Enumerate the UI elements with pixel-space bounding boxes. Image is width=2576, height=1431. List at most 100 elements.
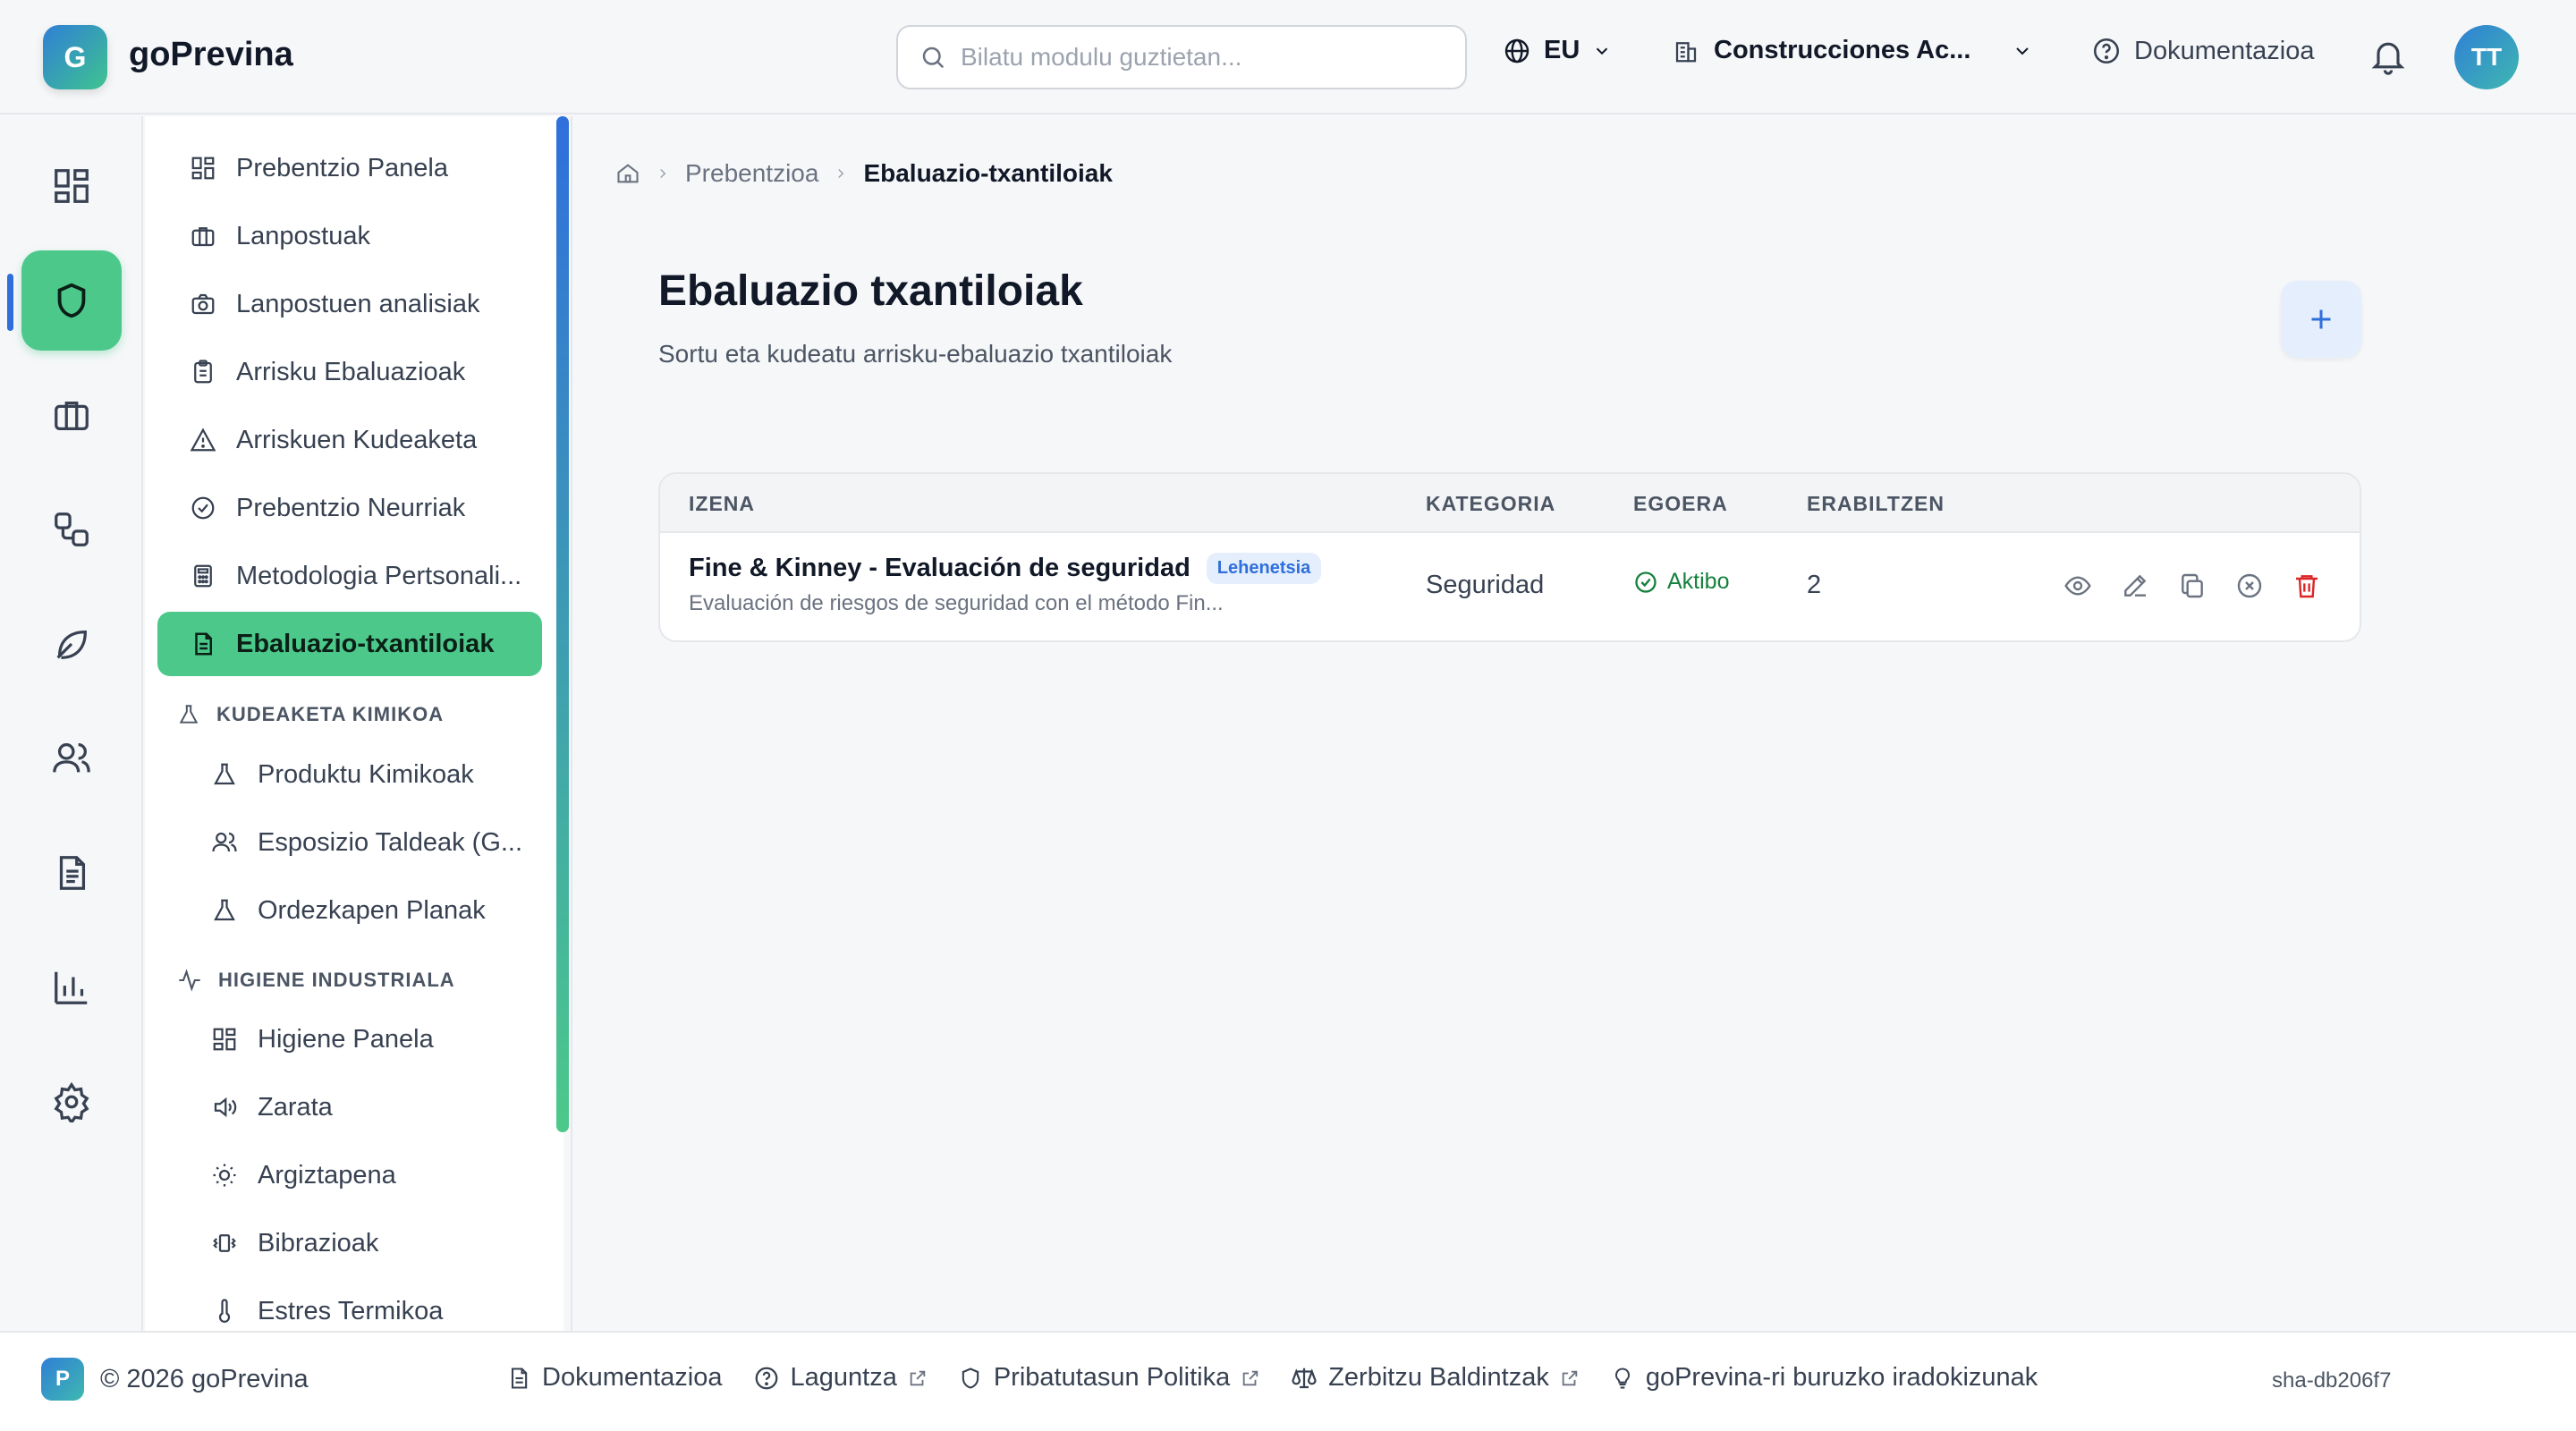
sidebar-item-thermal-stress[interactable]: Estres Termikoa <box>157 1279 542 1331</box>
footer-logo: P <box>41 1358 84 1401</box>
column-header-category[interactable]: KATEGORIA <box>1426 492 1555 516</box>
rail-item-dashboard[interactable] <box>21 136 122 236</box>
footer-link-privacy[interactable]: Pribatutasun Politika <box>958 1363 1260 1393</box>
sidebar-item-chemical-products[interactable]: Produktu Kimikoak <box>157 742 542 807</box>
sidebar-item-label: Lanpostuen analisiak <box>236 289 480 318</box>
sub-sidebar: Prebentzio Panela Lanpostuak Lanpostuen … <box>145 116 564 1331</box>
section-label: HIGIENE INDUSTRIALA <box>218 969 455 991</box>
flask-icon <box>211 761 238 788</box>
breadcrumb: Prebentzioa Ebaluazio-txantiloiak <box>615 159 1113 188</box>
building-icon <box>1673 38 1699 64</box>
sidebar-item-prevention-measures[interactable]: Prebentzio Neurriak <box>157 476 542 540</box>
sidebar-item-workplaces[interactable]: Lanpostuak <box>157 204 542 268</box>
sidebar-item-risk-evaluations[interactable]: Arrisku Ebaluazioak <box>157 340 542 404</box>
breadcrumb-parent[interactable]: Prebentzioa <box>685 159 818 188</box>
grid-icon <box>211 1026 238 1053</box>
column-header-status[interactable]: EGOERA <box>1633 492 1728 516</box>
rail-item-settings[interactable] <box>21 1052 122 1152</box>
sidebar-item-evaluation-templates[interactable]: Ebaluazio-txantiloiak <box>157 612 542 676</box>
home-icon[interactable] <box>615 161 640 186</box>
rail-item-shapes[interactable] <box>21 479 122 580</box>
global-search[interactable] <box>896 25 1467 89</box>
deactivate-button[interactable] <box>2233 569 2267 603</box>
page-subtitle: Sortu eta kudeatu arrisku-ebaluazio txan… <box>658 340 1173 368</box>
sidebar-item-noise[interactable]: Zarata <box>157 1075 542 1139</box>
app-logo[interactable]: G <box>43 25 107 89</box>
sun-icon <box>211 1162 238 1189</box>
trash-icon <box>2292 572 2321 600</box>
footer-link-help[interactable]: Laguntza <box>753 1363 928 1393</box>
users-icon <box>211 829 238 856</box>
document-icon <box>506 1366 531 1391</box>
calculator-icon <box>190 563 216 589</box>
plus-icon <box>2305 303 2337 335</box>
section-industrial-hygiene: HIGIENE INDUSTRIALA <box>177 968 455 993</box>
help-circle-icon <box>753 1365 780 1392</box>
sidebar-item-label: Argiztapena <box>258 1160 396 1190</box>
sidebar-item-vibrations[interactable]: Bibrazioak <box>157 1211 542 1275</box>
user-avatar[interactable]: TT <box>2454 25 2519 89</box>
rail-item-environment[interactable] <box>21 594 122 694</box>
duplicate-button[interactable] <box>2175 569 2209 603</box>
templates-table: IZENA KATEGORIA EGOERA ERABILTZEN Fine &… <box>658 472 2361 642</box>
search-input[interactable] <box>961 43 1426 72</box>
file-text-icon <box>190 631 216 657</box>
documentation-link[interactable]: Dokumentazioa <box>2091 36 2315 66</box>
edit-button[interactable] <box>2118 569 2152 603</box>
sidebar-item-lighting[interactable]: Argiztapena <box>157 1143 542 1207</box>
footer: P © 2026 goPrevina Dokumentazioa Laguntz… <box>0 1331 2576 1431</box>
column-header-used[interactable]: ERABILTZEN <box>1807 492 1945 516</box>
chevron-right-icon <box>833 165 849 182</box>
sidebar-item-hygiene-panel[interactable]: Higiene Panela <box>157 1007 542 1071</box>
sidebar-item-workplace-analysis[interactable]: Lanpostuen analisiak <box>157 272 542 336</box>
organization-selector[interactable]: Construcciones Ac... <box>1673 36 2033 65</box>
footer-links: Dokumentazioa Laguntza Pribatutasun Poli… <box>506 1363 2038 1393</box>
footer-link-documentation[interactable]: Dokumentazioa <box>506 1363 723 1393</box>
default-badge: Lehenetsia <box>1206 553 1322 584</box>
copy-icon <box>2178 572 2207 600</box>
sidebar-item-label: Ordezkapen Planak <box>258 895 486 925</box>
app-name[interactable]: goPrevina <box>129 36 293 74</box>
footer-link-suggestions[interactable]: goPrevina-ri buruzko iradokizunak <box>1610 1363 2038 1393</box>
sidebar-item-custom-methodology[interactable]: Metodologia Pertsonali... <box>157 544 542 608</box>
delete-button[interactable] <box>2290 569 2324 603</box>
rail-item-reports[interactable] <box>21 937 122 1037</box>
status-badge: Aktibo <box>1633 569 1729 595</box>
sidebar-item-risk-management[interactable]: Arriskuen Kudeaketa <box>157 408 542 472</box>
view-button[interactable] <box>2061 569 2095 603</box>
documentation-label: Dokumentazioa <box>2134 36 2315 65</box>
top-header: G goPrevina EU Construcciones Ac... Doku… <box>0 0 2576 114</box>
sidebar-scrollbar[interactable] <box>556 116 569 1132</box>
sidebar-item-label: Zarata <box>258 1092 333 1122</box>
template-name[interactable]: Fine & Kinney - Evaluación de seguridad <box>689 554 1191 583</box>
leaf-icon <box>51 623 92 665</box>
clipboard-icon <box>190 359 216 385</box>
rail-item-prevention[interactable] <box>21 250 122 351</box>
rail-item-documents[interactable] <box>21 823 122 923</box>
sidebar-item-label: Prebentzio Panela <box>236 153 448 182</box>
speaker-icon <box>211 1094 238 1121</box>
notifications-button[interactable] <box>2368 36 2408 75</box>
footer-link-terms[interactable]: Zerbitzu Baldintzak <box>1291 1363 1580 1393</box>
help-circle-icon <box>2091 36 2122 66</box>
sidebar-item-prevention-panel[interactable]: Prebentzio Panela <box>157 136 542 200</box>
sidebar-item-label: Arrisku Ebaluazioak <box>236 357 466 386</box>
template-usage-count: 2 <box>1807 571 1822 599</box>
rail-item-people[interactable] <box>21 708 122 809</box>
column-header-name[interactable]: IZENA <box>689 492 755 516</box>
search-icon <box>919 44 946 71</box>
footer-copyright: © 2026 goPrevina <box>100 1365 309 1393</box>
flask-icon <box>177 703 200 726</box>
add-template-button[interactable] <box>2281 281 2361 358</box>
rail-item-workplaces[interactable] <box>21 365 122 465</box>
sidebar-item-substitution-plans[interactable]: Ordezkapen Planak <box>157 878 542 943</box>
sidebar-item-exposure-groups[interactable]: Esposizio Taldeak (G... <box>157 810 542 875</box>
build-version: sha-db206f7 <box>2272 1368 2392 1393</box>
language-selector[interactable]: EU <box>1503 36 1612 65</box>
breadcrumb-current: Ebaluazio-txantiloiak <box>863 159 1113 187</box>
rail-active-indicator <box>7 274 13 331</box>
row-actions <box>2061 569 2324 603</box>
sidebar-item-label: Lanpostuak <box>236 221 370 250</box>
table-row[interactable]: Fine & Kinney - Evaluación de seguridad … <box>660 533 2360 640</box>
users-icon <box>51 738 92 779</box>
